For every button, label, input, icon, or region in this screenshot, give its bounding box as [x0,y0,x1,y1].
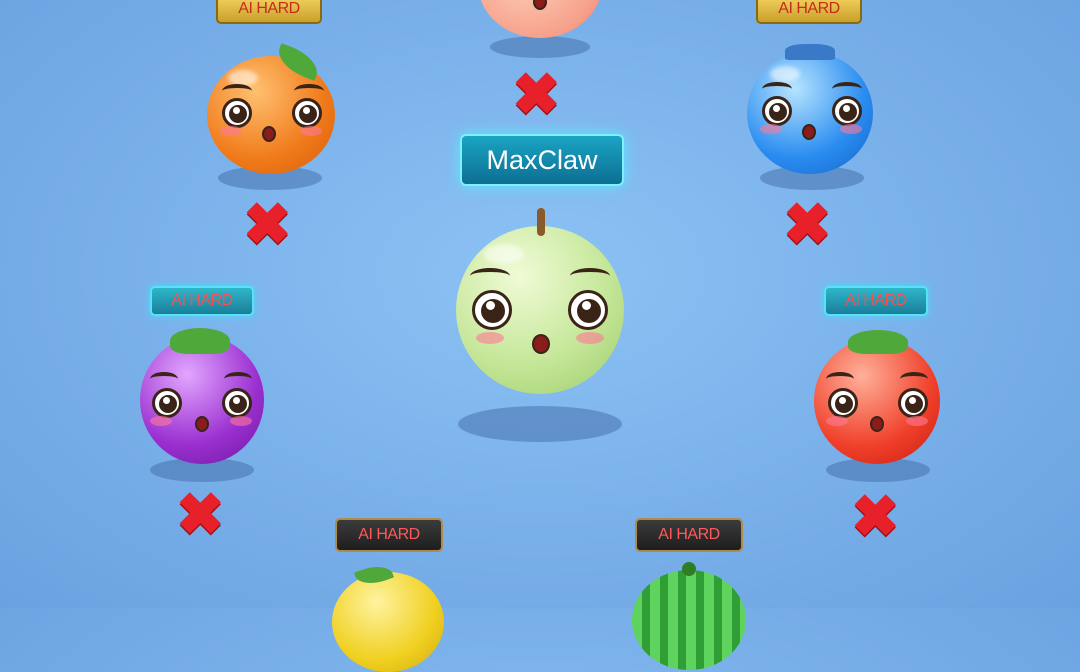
player-eye-left [472,290,512,330]
grape-stem [170,328,230,354]
blueberry-eye-right [832,96,862,126]
player-name-plate: MaxClaw [460,134,624,186]
blueberry-eye-left [762,96,792,126]
blueberry-blush-right [840,124,862,134]
watermelon-fruit [632,570,746,670]
orange-brow-right [294,84,324,98]
tomato-blush-left [826,416,848,426]
eliminated-x-tomato: ✖ [851,484,900,549]
grape-blush-left [150,416,172,426]
grape-mouth [195,416,209,432]
tomato-mouth [870,416,884,432]
grape-brow-left [150,372,178,386]
tomato-eye-left [828,388,858,418]
player-blush-right [576,332,604,344]
tomato-stem [848,330,908,354]
eliminated-x-blueberry: ✖ [783,192,832,257]
eliminated-x-orange: ✖ [243,192,292,257]
tomato-blush-right [906,416,928,426]
tomato-brow-right [900,372,928,386]
orange-brow-left [222,84,252,98]
eliminated-x-grape: ✖ [176,482,225,547]
blueberry-mouth [802,124,816,140]
blueberry-shine [770,66,800,82]
tomato-brow-left [826,372,854,386]
orange-blush-left [220,126,242,136]
tomato-eye-right [898,388,928,418]
orange-mouth [262,126,276,142]
blueberry-blush-left [760,124,782,134]
orange-blush-right [300,126,322,136]
ai-difficulty-badge: AI HARD [635,518,743,552]
eliminated-x-peach: ✖ [512,62,561,127]
peach-shadow [490,36,590,58]
watermelon-stem [682,562,696,576]
grape-blush-right [230,416,252,426]
player-stem [537,208,545,236]
player-shine [484,244,524,264]
player-brow-left [470,268,510,284]
player-mouth [532,334,550,354]
player-blush-left [476,332,504,344]
player-shadow [458,406,622,442]
ai-difficulty-badge: AI HARD [150,286,254,316]
lemon-fruit [332,572,444,672]
orange-eye-left [222,98,252,128]
blueberry-crown [785,44,835,60]
grape-eye-left [152,388,182,418]
blueberry-brow-right [832,82,862,96]
blueberry-brow-left [762,82,792,96]
ai-difficulty-badge: AI HARD [756,0,862,24]
grape-brow-right [224,372,252,386]
ai-difficulty-badge: AI HARD [824,286,928,316]
ai-difficulty-badge: AI HARD [335,518,443,552]
player-brow-right [570,268,610,284]
player-eye-right [568,290,608,330]
orange-eye-right [292,98,322,128]
grape-eye-right [222,388,252,418]
ai-difficulty-badge: AI HARD [216,0,322,24]
